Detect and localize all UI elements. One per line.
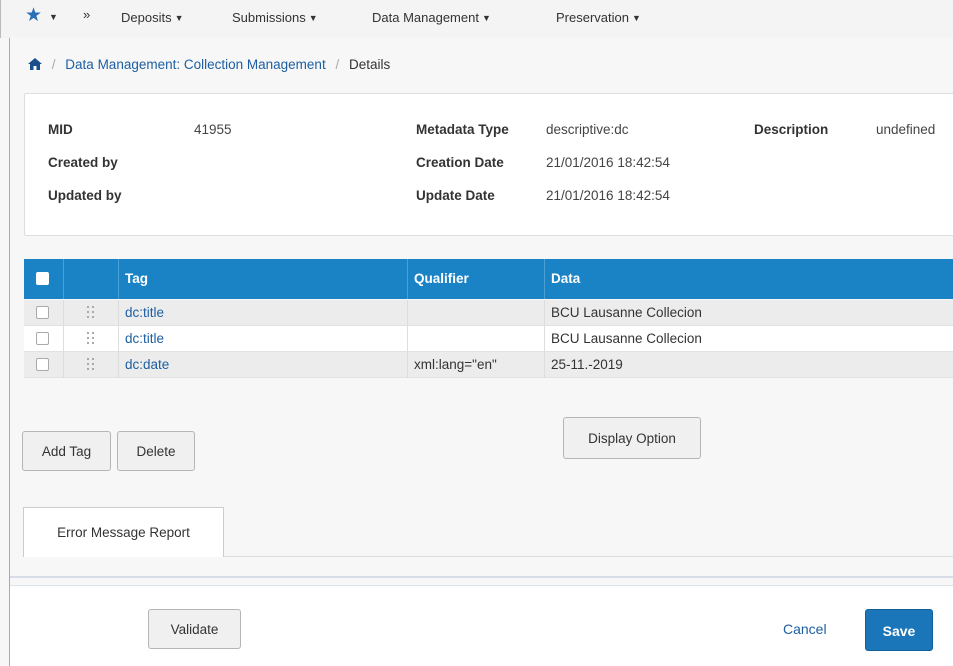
row-select-cell bbox=[24, 352, 64, 378]
table-row[interactable]: dc:title BCU Lausanne Collecion bbox=[24, 300, 953, 326]
tag-cell: dc:title bbox=[119, 300, 408, 326]
home-icon[interactable] bbox=[28, 58, 42, 70]
data-cell: 25-11.-2019 bbox=[551, 357, 623, 372]
drag-column-header bbox=[64, 259, 119, 299]
breadcrumb-link[interactable]: Data Management: Collection Management bbox=[65, 57, 325, 72]
column-header-qualifier[interactable]: Qualifier bbox=[408, 259, 545, 299]
creation-date-value: 21/01/2016 18:42:54 bbox=[546, 155, 670, 170]
save-button[interactable]: Save bbox=[865, 609, 933, 651]
creation-date-label: Creation Date bbox=[416, 155, 504, 170]
row-checkbox[interactable] bbox=[36, 358, 49, 371]
chevron-down-icon[interactable]: ▼ bbox=[49, 12, 58, 22]
tab-divider bbox=[224, 556, 953, 557]
row-select-cell bbox=[24, 300, 64, 326]
breadcrumb-current: Details bbox=[349, 57, 391, 72]
breadcrumb-separator: / bbox=[335, 57, 340, 72]
metadata-type-label: Metadata Type bbox=[416, 122, 509, 137]
nav-item-label: Data Management bbox=[372, 10, 479, 25]
tag-cell: dc:title bbox=[119, 326, 408, 352]
row-select-cell bbox=[24, 326, 64, 352]
chevron-down-icon: ▼ bbox=[631, 13, 641, 23]
section-divider bbox=[10, 576, 953, 578]
nav-item-data-management[interactable]: Data Management ▼ bbox=[372, 10, 491, 25]
qualifier-cell: xml:lang="en" bbox=[408, 352, 545, 378]
row-drag-cell bbox=[64, 352, 119, 378]
footer-divider bbox=[10, 585, 953, 586]
delete-button[interactable]: Delete bbox=[117, 431, 195, 471]
details-panel: MID 41955 Created by Updated by Metadata… bbox=[24, 93, 953, 236]
add-tag-button[interactable]: Add Tag bbox=[22, 431, 111, 471]
row-drag-cell bbox=[64, 326, 119, 352]
nav-item-submissions[interactable]: Submissions ▼ bbox=[232, 10, 318, 25]
row-checkbox[interactable] bbox=[36, 306, 49, 319]
breadcrumb-separator: / bbox=[51, 57, 56, 72]
drag-handle-icon[interactable] bbox=[87, 332, 96, 345]
window-left-border bbox=[9, 0, 10, 666]
table-row[interactable]: dc:title BCU Lausanne Collecion bbox=[24, 326, 953, 352]
chevron-down-icon: ▼ bbox=[174, 13, 184, 23]
cancel-link[interactable]: Cancel bbox=[783, 621, 827, 637]
chevron-down-icon: ▼ bbox=[308, 13, 318, 23]
nav-item-label: Deposits bbox=[121, 10, 172, 25]
table-row[interactable]: dc:date xml:lang="en" 25-11.-2019 bbox=[24, 352, 953, 378]
qualifier-cell bbox=[408, 300, 545, 326]
nav-item-preservation[interactable]: Preservation ▼ bbox=[556, 10, 641, 25]
breadcrumb: / Data Management: Collection Management… bbox=[28, 57, 390, 72]
nav-item-label: Submissions bbox=[232, 10, 306, 25]
select-all-checkbox[interactable] bbox=[36, 272, 49, 285]
column-header-tag[interactable]: Tag bbox=[119, 259, 408, 299]
tag-link[interactable]: dc:title bbox=[125, 305, 164, 320]
table-header: Tag Qualifier Data bbox=[24, 259, 953, 299]
data-cell: BCU Lausanne Collecion bbox=[551, 331, 702, 346]
star-icon[interactable]: ★ bbox=[25, 6, 42, 26]
update-date-value: 21/01/2016 18:42:54 bbox=[546, 188, 670, 203]
select-all-cell bbox=[24, 259, 64, 299]
data-cell: BCU Lausanne Collecion bbox=[551, 305, 702, 320]
validate-button[interactable]: Validate bbox=[148, 609, 241, 649]
qualifier-cell bbox=[408, 326, 545, 352]
nav-item-deposits[interactable]: Deposits ▼ bbox=[121, 10, 184, 25]
display-option-button[interactable]: Display Option bbox=[563, 417, 701, 459]
double-chevron-icon[interactable]: » bbox=[83, 7, 90, 22]
drag-handle-icon[interactable] bbox=[87, 358, 96, 371]
mid-value: 41955 bbox=[194, 122, 232, 137]
mid-label: MID bbox=[48, 122, 73, 137]
column-header-data[interactable]: Data bbox=[545, 259, 953, 299]
tag-cell: dc:date bbox=[119, 352, 408, 378]
drag-handle-icon[interactable] bbox=[87, 306, 96, 319]
row-drag-cell bbox=[64, 300, 119, 326]
metadata-type-value: descriptive:dc bbox=[546, 122, 629, 137]
tag-link[interactable]: dc:date bbox=[125, 357, 169, 372]
top-nav: ★ ▼ » Deposits ▼ Submissions ▼ Data Manage… bbox=[0, 0, 953, 38]
tab-error-message-report[interactable]: Error Message Report bbox=[23, 507, 224, 557]
created-by-label: Created by bbox=[48, 155, 118, 170]
updated-by-label: Updated by bbox=[48, 188, 122, 203]
tag-link[interactable]: dc:title bbox=[125, 331, 164, 346]
update-date-label: Update Date bbox=[416, 188, 495, 203]
row-checkbox[interactable] bbox=[36, 332, 49, 345]
description-value: undefined bbox=[876, 122, 936, 137]
description-label: Description bbox=[754, 122, 829, 137]
nav-item-label: Preservation bbox=[556, 10, 629, 25]
chevron-down-icon: ▼ bbox=[481, 13, 491, 23]
